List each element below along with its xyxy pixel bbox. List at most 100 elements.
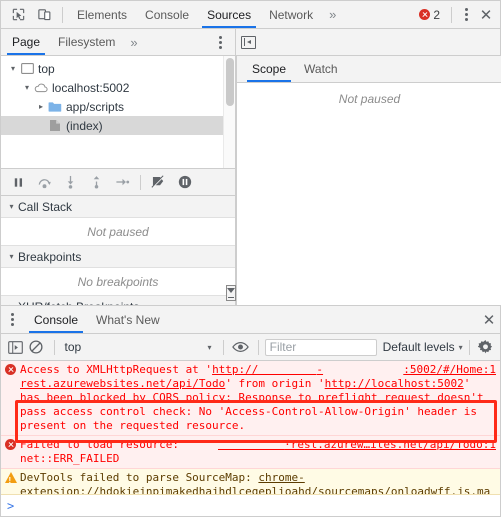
chevron-down-icon-context: ▾ — [207, 342, 212, 352]
chevron-down-icon-2[interactable]: ▾ — [21, 83, 33, 92]
cors-part-5: ' from origin ' — [225, 377, 325, 390]
warning-triangle-icon — [1, 471, 20, 494]
xhr-breakpoints-chevron-icon: ▸ — [5, 302, 18, 305]
error-count-label: 2 — [433, 7, 440, 22]
more-tabs-chevron-icon[interactable]: » — [322, 1, 343, 28]
section-breakpoints[interactable]: ▾ Breakpoints — [1, 246, 235, 268]
console-context-value: top — [64, 340, 82, 354]
cors-url-path[interactable]: rewebsites.net/api/Todo — [73, 377, 225, 390]
expand-panel-icon[interactable] — [226, 284, 236, 301]
sources-navigator-sidebar: Page Filesystem » ▾ top ▾ localhost:5002… — [1, 29, 236, 305]
console-toolbar-divider-2 — [222, 339, 224, 355]
console-log-levels-selector[interactable]: Default levels ▾ — [383, 340, 463, 354]
console-context-selector[interactable]: top ▾ — [61, 340, 217, 354]
tab-page[interactable]: Page — [3, 29, 49, 55]
error-circle-icon — [419, 9, 431, 20]
gear-icon[interactable] — [476, 335, 496, 359]
sourcemap-prefix: DevTools failed to parse SourceMap: — [20, 471, 259, 484]
navigator-kebab-menu-icon[interactable] — [211, 32, 229, 52]
resume-script-execution-button[interactable] — [5, 171, 31, 193]
tab-network-label: Network — [269, 7, 314, 22]
console-message-list: :5002/#/Home:1 Access to XMLHttpRequest a… — [1, 361, 500, 494]
console-prompt[interactable]: > — [1, 494, 500, 516]
sources-editor-area: Scope Watch Not paused — [226, 29, 501, 305]
tab-page-label: Page — [12, 35, 41, 49]
editor-and-scope-row: Scope Watch Not paused — [226, 56, 501, 305]
tab-scope-label: Scope — [252, 62, 287, 76]
file-tree: ▾ top ▾ localhost:5002 ▸ app/scripts (in… — [1, 56, 235, 168]
error-circle-icon-2 — [1, 438, 20, 466]
document-icon — [47, 119, 63, 132]
chevron-down-icon[interactable]: ▾ — [7, 64, 19, 73]
console-message-source-link-2[interactable]: ·rest.azurew…ites.net/api/Todo:1 — [218, 438, 496, 452]
tab-filesystem[interactable]: Filesystem — [49, 29, 124, 55]
show-navigator-sidebar-icon[interactable] — [241, 35, 256, 49]
device-toolbar-icon[interactable] — [31, 3, 57, 27]
debugger-sections: ▾ Call Stack Not paused ▾ Breakpoints No… — [1, 196, 235, 305]
pause-on-exceptions-button[interactable] — [172, 171, 198, 193]
tab-console[interactable]: Console — [136, 1, 198, 28]
chevron-right-icon[interactable]: ▸ — [35, 102, 47, 111]
console-prompt-input[interactable] — [18, 498, 500, 513]
drawer-tab-console[interactable]: Console — [25, 306, 87, 333]
drawer-tab-console-label: Console — [34, 312, 79, 327]
inspect-cursor-icon[interactable] — [5, 3, 31, 27]
section-call-stack[interactable]: ▾ Call Stack — [1, 196, 235, 218]
console-filter-input[interactable] — [264, 338, 377, 356]
tab-sources[interactable]: Sources — [198, 1, 260, 28]
tree-item-localhost[interactable]: ▾ localhost:5002 — [1, 78, 235, 97]
console-message-source-link-1[interactable]: :5002/#/Home:1 — [403, 363, 496, 377]
step-over-next-function-call-button[interactable] — [31, 171, 57, 193]
cors-origin-url[interactable]: http://localhost:5002 — [325, 377, 464, 390]
drawer-close-icon[interactable]: ✕ — [478, 309, 500, 331]
section-xhr-fetch-breakpoints[interactable]: ▸ XHR/fetch Breakpoints — [1, 296, 235, 305]
section-call-stack-title: Call Stack — [18, 199, 73, 214]
close-icon[interactable]: ✕ — [475, 4, 497, 26]
debugger-toolbar-divider — [140, 174, 141, 190]
live-expression-eye-icon[interactable] — [229, 335, 251, 359]
navigator-more-chevron-icon[interactable]: » — [124, 29, 143, 55]
drawer-tab-whats-new-label: What's New — [96, 312, 160, 327]
console-message-source-link-2-label: ·rest.azurew…ites.net/api/Todo:1 — [284, 438, 496, 451]
debugger-toolbar — [1, 168, 235, 196]
section-xhr-fetch-breakpoints-title: XHR/fetch Breakpoints — [18, 300, 139, 306]
tree-item-index[interactable]: (index) — [1, 116, 235, 135]
file-tree-scrollbar-thumb[interactable] — [226, 58, 234, 106]
file-tree-scrollbar-track[interactable] — [223, 56, 235, 168]
tab-scope[interactable]: Scope — [243, 56, 295, 82]
drawer-tab-whats-new[interactable]: What's New — [87, 306, 169, 333]
cors-part-0: Access to XMLHttpRequest at ' — [20, 363, 213, 376]
tab-watch[interactable]: Watch — [295, 56, 347, 82]
editor-toolbar — [236, 29, 500, 56]
console-sidebar-toggle-icon[interactable] — [5, 335, 25, 359]
console-message-warning-sourcemap-text: DevTools failed to parse SourceMap: chro… — [20, 471, 500, 494]
console-prompt-caret-icon: > — [7, 498, 15, 513]
step-into-next-function-call-button[interactable] — [57, 171, 83, 193]
console-message-warning-sourcemap[interactable]: DevTools failed to parse SourceMap: chro… — [1, 469, 500, 494]
drawer-tab-strip: Console What's New ✕ — [1, 306, 500, 334]
tab-network[interactable]: Network — [260, 1, 322, 28]
console-message-error-failed-load[interactable]: ·rest.azurew…ites.net/api/Todo:1 Failed t… — [1, 436, 500, 469]
cors-url-scheme[interactable]: http:// — [212, 363, 258, 376]
tab-elements[interactable]: Elements — [68, 1, 136, 28]
chevron-down-icon-levels: ▾ — [458, 342, 463, 352]
step-out-of-current-function-button[interactable] — [83, 171, 109, 193]
kebab-menu-icon[interactable] — [457, 5, 475, 25]
navigator-tab-strip: Page Filesystem » — [1, 29, 235, 56]
cloud-icon — [33, 83, 49, 93]
scope-empty-text: Not paused — [237, 83, 501, 305]
clear-console-icon[interactable] — [25, 335, 47, 359]
scope-watch-pane: Scope Watch Not paused — [236, 56, 501, 305]
section-breakpoints-title: Breakpoints — [18, 249, 82, 264]
panel-tab-strip: Elements Console Sources Network » — [68, 1, 413, 28]
toolbar-divider — [62, 6, 63, 23]
step-button[interactable] — [109, 171, 135, 193]
deactivate-breakpoints-button[interactable] — [146, 171, 172, 193]
tab-filesystem-label: Filesystem — [58, 35, 116, 49]
tree-item-top[interactable]: ▾ top — [1, 59, 235, 78]
console-message-error-cors[interactable]: :5002/#/Home:1 Access to XMLHttpRequest a… — [1, 361, 500, 436]
error-count-badge[interactable]: 2 — [413, 8, 446, 22]
main-toolbar: Elements Console Sources Network » 2 ✕ — [1, 1, 500, 29]
tree-item-app-scripts[interactable]: ▸ app/scripts — [1, 97, 235, 116]
drawer-kebab-menu-icon[interactable] — [3, 310, 21, 330]
